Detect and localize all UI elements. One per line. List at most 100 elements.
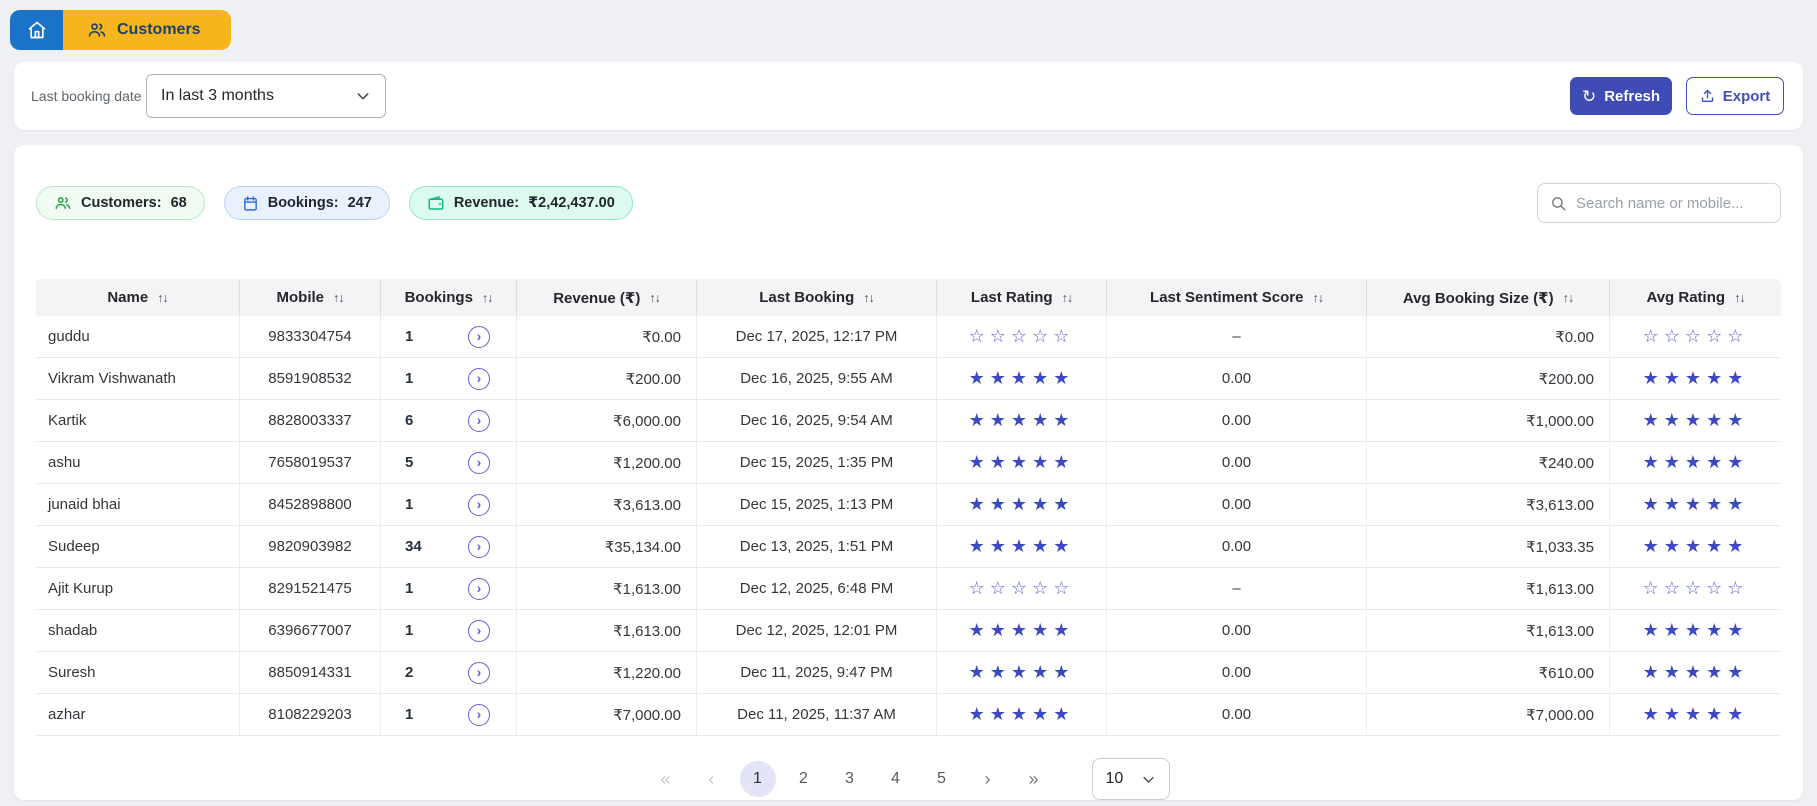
star-filled-icon: ★ (1053, 368, 1075, 388)
open-bookings-icon[interactable]: › (468, 493, 490, 516)
star-empty-icon: ☆ (1684, 326, 1707, 346)
avg-rating-stars: ☆ ☆ ☆ ☆ ☆ (1610, 316, 1781, 357)
select-value: In last 3 months (161, 87, 274, 104)
bookings-count: 34 (405, 538, 422, 555)
search-input[interactable] (1576, 194, 1775, 212)
table-row: Vikram Vishwanath 8591908532 1 › ₹200.00 Dec … (36, 358, 1781, 400)
star-filled-icon: ★ (1706, 662, 1728, 682)
column-label: Revenue (₹) (553, 289, 641, 307)
cell-name: Suresh (36, 652, 240, 693)
last-rating-stars: ★ ★ ★ ★ ★ (937, 484, 1107, 525)
table-row: Ajit Kurup 8291521475 1 › ₹1,613.00 Dec 12, 2… (36, 568, 1781, 610)
star-filled-icon: ★ (1663, 662, 1685, 682)
cell-bookings: 1 › (381, 610, 517, 651)
star-filled-icon: ★ (1727, 704, 1749, 724)
cell-avg-booking-size: ₹7,000.00 (1367, 694, 1610, 735)
star-filled-icon: ★ (1010, 368, 1033, 388)
cell-revenue: ₹200.00 (517, 358, 697, 399)
cell-revenue: ₹1,613.00 (517, 610, 697, 651)
column-header-revenue[interactable]: Revenue (₹) ↑↓ (517, 279, 697, 316)
column-header-last-sentiment-score[interactable]: Last Sentiment Score ↑↓ (1107, 279, 1367, 316)
pagination: « ‹ 12345 › » 10 (14, 758, 1803, 800)
star-filled-icon: ★ (1053, 410, 1075, 430)
cell-bookings: 1 › (381, 694, 517, 735)
column-header-avg-booking-size[interactable]: Avg Booking Size (₹) ↑↓ (1367, 279, 1610, 316)
tab-home[interactable] (10, 10, 63, 50)
open-bookings-icon[interactable]: › (468, 451, 490, 474)
cell-avg-booking-size: ₹240.00 (1367, 442, 1610, 483)
column-header-bookings[interactable]: Bookings ↑↓ (381, 279, 517, 316)
open-bookings-icon[interactable]: › (468, 661, 490, 684)
column-label: Avg Rating (1646, 289, 1726, 306)
avg-rating-stars: ☆ ☆ ☆ ☆ ☆ (1610, 568, 1781, 609)
cell-revenue: ₹1,200.00 (517, 442, 697, 483)
pagination-last-button[interactable]: » (1016, 761, 1052, 797)
star-filled-icon: ★ (1642, 452, 1664, 472)
cell-name: shadab (36, 610, 240, 651)
avg-rating-stars: ★ ★ ★ ★ ★ (1610, 358, 1781, 399)
sort-icon: ↑↓ (1312, 290, 1323, 305)
avg-rating-stars: ★ ★ ★ ★ ★ (1610, 400, 1781, 441)
star-empty-icon: ☆ (1032, 578, 1054, 598)
cell-last-sentiment: 0.00 (1107, 442, 1367, 483)
star-filled-icon: ★ (1727, 368, 1749, 388)
pagination-next-button[interactable]: › (970, 761, 1006, 797)
stats-toolbar: Customers: 68 Bookings: 247 Revenue: ₹2,… (14, 145, 1803, 223)
cell-last-booking: Dec 15, 2025, 1:35 PM (697, 442, 937, 483)
revenue-badge-value: ₹2,42,437.00 (528, 195, 615, 211)
pagination-first-button[interactable]: « (648, 761, 684, 797)
star-filled-icon: ★ (1032, 494, 1054, 514)
cell-name: guddu (36, 316, 240, 357)
cell-last-booking: Dec 11, 2025, 9:47 PM (697, 652, 937, 693)
star-filled-icon: ★ (1032, 410, 1054, 430)
bookings-count: 1 (405, 622, 414, 639)
pagination-page-3[interactable]: 3 (832, 761, 868, 797)
last-rating-stars: ★ ★ ★ ★ ★ (937, 442, 1107, 483)
table-row: guddu 9833304754 1 › ₹0.00 Dec 17, 2025, 12:1… (36, 316, 1781, 358)
star-filled-icon: ★ (1706, 536, 1728, 556)
search-box (1537, 183, 1781, 223)
sort-icon: ↑↓ (649, 290, 660, 305)
open-bookings-icon[interactable]: › (468, 703, 490, 726)
cell-mobile: 8828003337 (240, 400, 381, 441)
column-header-name[interactable]: Name ↑↓ (36, 279, 240, 316)
export-button[interactable]: Export (1686, 77, 1784, 115)
column-header-mobile[interactable]: Mobile ↑↓ (240, 279, 381, 316)
pagination-page-2[interactable]: 2 (786, 761, 822, 797)
star-filled-icon: ★ (1032, 536, 1054, 556)
tab-customers[interactable]: Customers (63, 10, 231, 50)
last-booking-date-select[interactable]: In last 3 months (146, 74, 386, 118)
open-bookings-icon[interactable]: › (468, 367, 490, 390)
star-empty-icon: ☆ (1684, 578, 1707, 598)
cell-mobile: 8108229203 (240, 694, 381, 735)
cell-avg-booking-size: ₹610.00 (1367, 652, 1610, 693)
star-filled-icon: ★ (1684, 452, 1707, 472)
star-filled-icon: ★ (1663, 620, 1685, 640)
pagination-prev-button[interactable]: ‹ (694, 761, 730, 797)
bookings-count: 2 (405, 664, 414, 681)
page-size-select[interactable]: 10 (1091, 758, 1170, 800)
star-empty-icon: ☆ (968, 578, 990, 598)
last-booking-date-label: Last booking date (31, 88, 142, 104)
pagination-page-5[interactable]: 5 (924, 761, 960, 797)
open-bookings-icon[interactable]: › (468, 325, 490, 348)
last-rating-stars: ★ ★ ★ ★ ★ (937, 526, 1107, 567)
cell-avg-booking-size: ₹1,000.00 (1367, 400, 1610, 441)
column-header-avg-rating[interactable]: Avg Rating ↑↓ (1610, 279, 1781, 316)
column-label: Last Rating (970, 289, 1053, 306)
last-rating-stars: ★ ★ ★ ★ ★ (937, 358, 1107, 399)
pagination-page-1[interactable]: 1 (739, 761, 776, 797)
column-label: Last Sentiment Score (1150, 289, 1304, 306)
avg-rating-stars: ★ ★ ★ ★ ★ (1610, 652, 1781, 693)
column-header-last-rating[interactable]: Last Rating ↑↓ (937, 279, 1107, 316)
cell-last-sentiment: 0.00 (1107, 400, 1367, 441)
refresh-button[interactable]: ↻ Refresh (1570, 77, 1672, 115)
column-header-last-booking[interactable]: Last Booking ↑↓ (697, 279, 937, 316)
open-bookings-icon[interactable]: › (468, 577, 490, 600)
open-bookings-icon[interactable]: › (468, 619, 490, 642)
star-filled-icon: ★ (968, 536, 990, 556)
open-bookings-icon[interactable]: › (468, 535, 490, 558)
people-icon (87, 20, 107, 40)
open-bookings-icon[interactable]: › (468, 409, 490, 432)
pagination-page-4[interactable]: 4 (878, 761, 914, 797)
